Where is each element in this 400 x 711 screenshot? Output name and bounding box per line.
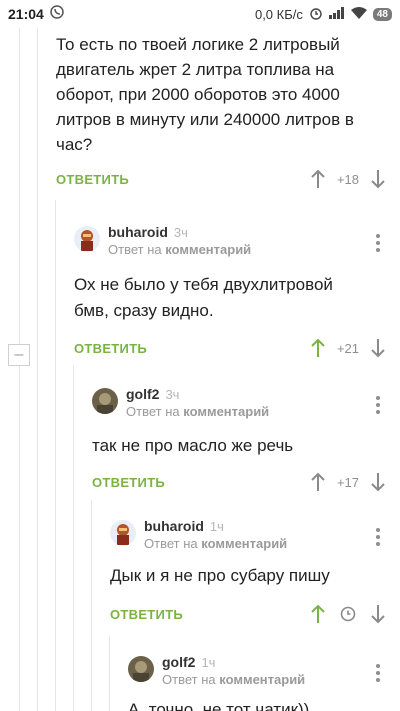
downvote-button[interactable] [370, 338, 386, 358]
downvote-button[interactable] [370, 604, 386, 624]
comment-body: То есть по твоей логике 2 литровый двига… [56, 35, 354, 154]
wifi-icon [350, 6, 367, 22]
comment-header: golf2 3ч Ответ на комментарий [92, 386, 400, 426]
comment-actions: ОТВЕТИТЬ +21 [74, 334, 400, 362]
upvote-button[interactable] [310, 472, 326, 492]
thread-line [73, 366, 74, 711]
thread-line [91, 500, 92, 711]
comment-header: buharoid 3ч Ответ на комментарий [74, 224, 400, 264]
upvote-button[interactable] [310, 338, 326, 358]
collapse-thread-button[interactable]: – [8, 344, 30, 366]
thread-line [37, 28, 38, 711]
upvote-button[interactable] [310, 604, 326, 624]
alarm-icon [309, 6, 323, 23]
comment-author[interactable]: buharoid [108, 224, 168, 240]
comment-time: 1ч [201, 655, 216, 670]
reply-to-link[interactable]: комментарий [165, 242, 251, 257]
downvote-button[interactable] [370, 472, 386, 492]
comment-actions: ОТВЕТИТЬ +17 [92, 468, 400, 496]
comment-author[interactable]: golf2 [162, 654, 195, 670]
reply-button[interactable]: ОТВЕТИТЬ [74, 341, 310, 356]
comment-time: 3ч [173, 225, 188, 240]
comment-actions: ОТВЕТИТЬ +18 [56, 165, 400, 193]
reply-button[interactable]: ОТВЕТИТЬ [92, 475, 310, 490]
clock-icon [334, 606, 362, 622]
comment-body: так не про масло же речь [92, 436, 294, 455]
comment-time: 3ч [165, 387, 180, 402]
reply-to-link[interactable]: комментарий [183, 404, 269, 419]
more-options-icon[interactable] [368, 664, 388, 682]
upvote-button[interactable] [310, 169, 326, 189]
comment-header: golf2 1ч Ответ на комментарий [128, 654, 400, 694]
reply-to-link[interactable]: комментарий [201, 536, 287, 551]
comment-body: Ох не было у тебя двухлитровой бмв, сраз… [74, 275, 333, 320]
avatar[interactable] [92, 388, 118, 414]
comment-rating: +18 [336, 171, 360, 187]
comment: buharoid 3ч Ответ на комментарий Ох не бы… [74, 224, 400, 362]
reply-to-line: Ответ на комментарий [108, 242, 252, 257]
thread-line [19, 28, 20, 344]
thread-line [55, 200, 56, 711]
avatar[interactable] [128, 656, 154, 682]
comment: То есть по твоей логике 2 литровый двига… [56, 32, 400, 193]
comment-actions: ОТВЕТИТЬ [110, 600, 400, 628]
thread-line [109, 636, 110, 711]
reply-button[interactable]: ОТВЕТИТЬ [110, 607, 310, 622]
comment-rating: +17 [336, 474, 360, 490]
signal-icon [328, 6, 345, 22]
reply-to-link[interactable]: комментарий [219, 672, 305, 687]
comment: golf2 3ч Ответ на комментарий так не про … [92, 386, 400, 496]
more-options-icon[interactable] [368, 396, 388, 414]
status-time: 21:04 [8, 6, 44, 22]
avatar[interactable] [110, 520, 136, 546]
comment-body: А, точно, не тот чатик)) [128, 700, 310, 711]
comment-time: 1ч [209, 519, 224, 534]
comment-author[interactable]: buharoid [144, 518, 204, 534]
comment: golf2 1ч Ответ на комментарий А, точно, н… [128, 654, 400, 711]
status-bar: 21:04 0,0 КБ/с 48 [0, 0, 400, 28]
avatar[interactable] [74, 226, 100, 252]
battery-icon: 48 [372, 7, 392, 21]
more-options-icon[interactable] [368, 234, 388, 252]
comment-rating: +21 [336, 340, 360, 356]
reply-to-line: Ответ на комментарий [162, 672, 306, 687]
downvote-button[interactable] [370, 169, 386, 189]
network-speed: 0,0 КБ/с [254, 6, 303, 22]
more-options-icon[interactable] [368, 528, 388, 546]
reply-button[interactable]: ОТВЕТИТЬ [56, 172, 310, 187]
thread-line [19, 366, 20, 711]
reply-to-line: Ответ на комментарий [126, 404, 270, 419]
comment-body: Дык и я не про субару пишу [110, 566, 330, 585]
comment-author[interactable]: golf2 [126, 386, 159, 402]
reply-to-line: Ответ на комментарий [144, 536, 288, 551]
comment-header: buharoid 1ч Ответ на комментарий [110, 518, 400, 558]
viber-icon [50, 4, 64, 24]
comment: buharoid 1ч Ответ на комментарий Дык и я … [110, 518, 400, 628]
